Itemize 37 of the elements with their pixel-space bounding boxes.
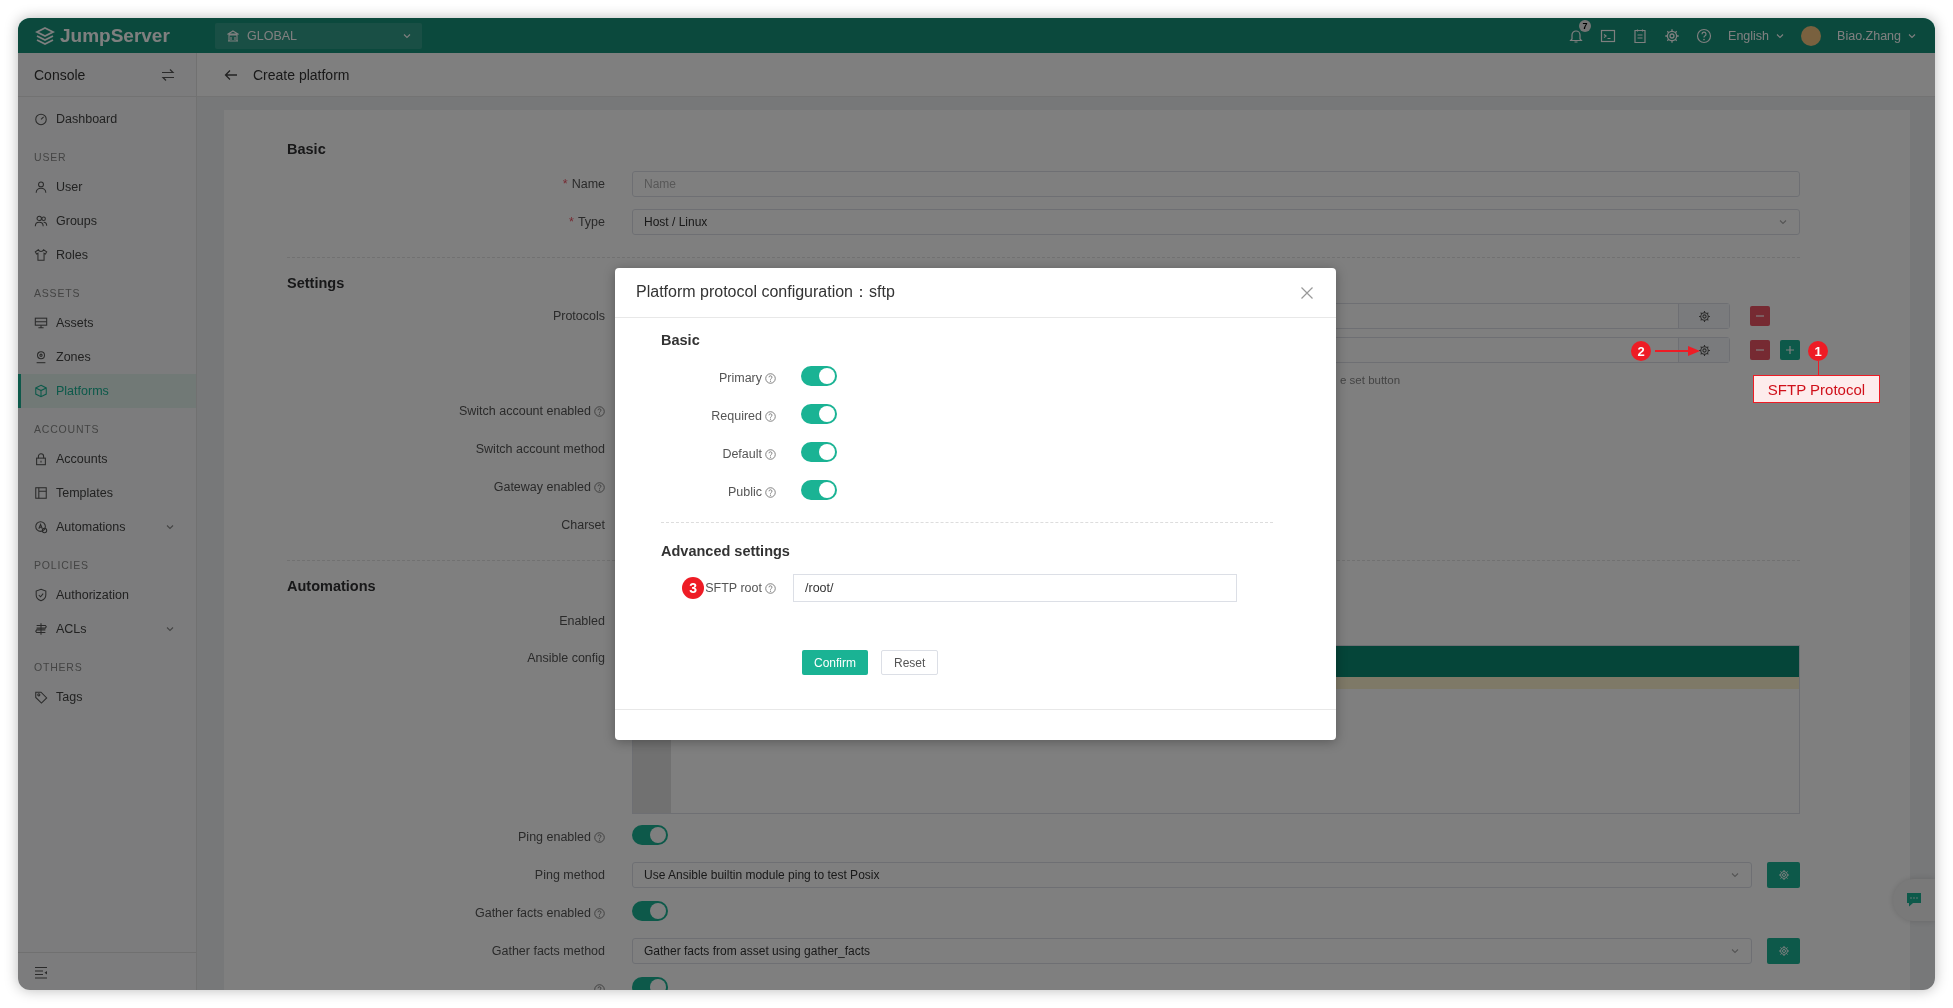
field-label: SFTP root: [705, 581, 762, 595]
dialog-title: Platform protocol configuration：sftp: [636, 282, 895, 302]
section-title: Automations: [287, 577, 376, 596]
page-title: Create platform: [253, 66, 350, 83]
field-label: Name: [571, 177, 605, 191]
section-title: Settings: [287, 274, 345, 293]
section-title: Advanced settings: [661, 542, 790, 561]
field-label: Protocols: [552, 309, 605, 323]
section-heading: POLICIES: [33, 558, 90, 573]
field-label: Type: [577, 215, 605, 229]
field-label: Gateway enabled: [493, 480, 591, 494]
field-label: Ping enabled: [518, 830, 591, 844]
field-label: Public: [727, 485, 762, 499]
section-title: Basic: [287, 140, 326, 159]
field-label: Gather facts method: [491, 944, 605, 958]
field-label: Switch account method: [475, 442, 605, 456]
sidebar-title: Console: [34, 66, 86, 83]
notification-badge: 7: [1579, 19, 1592, 32]
field-label: Ping method: [534, 868, 605, 882]
field-label: Switch account enabled: [458, 404, 591, 418]
field-label: Gather facts enabled: [474, 906, 591, 920]
required-asterisk: *: [569, 215, 574, 229]
field-label: Ansible config: [527, 650, 605, 667]
brand-name: JumpServer: [60, 24, 170, 47]
field-label: Enabled: [559, 614, 605, 628]
required-asterisk: *: [562, 177, 568, 191]
callout-label: SFTP Protocol: [1753, 375, 1880, 403]
section-title: Basic: [661, 331, 700, 350]
section-heading: USER: [33, 150, 68, 165]
section-heading: ASSETS: [33, 286, 82, 301]
annotation-marker: 3: [682, 577, 705, 599]
field-label: Charset: [561, 518, 605, 532]
field-label: Primary: [718, 371, 762, 385]
section-heading: OTHERS: [33, 660, 84, 675]
section-heading: ACCOUNTS: [33, 422, 101, 437]
field-label: Required: [711, 409, 762, 423]
field-label: Default: [722, 447, 762, 461]
